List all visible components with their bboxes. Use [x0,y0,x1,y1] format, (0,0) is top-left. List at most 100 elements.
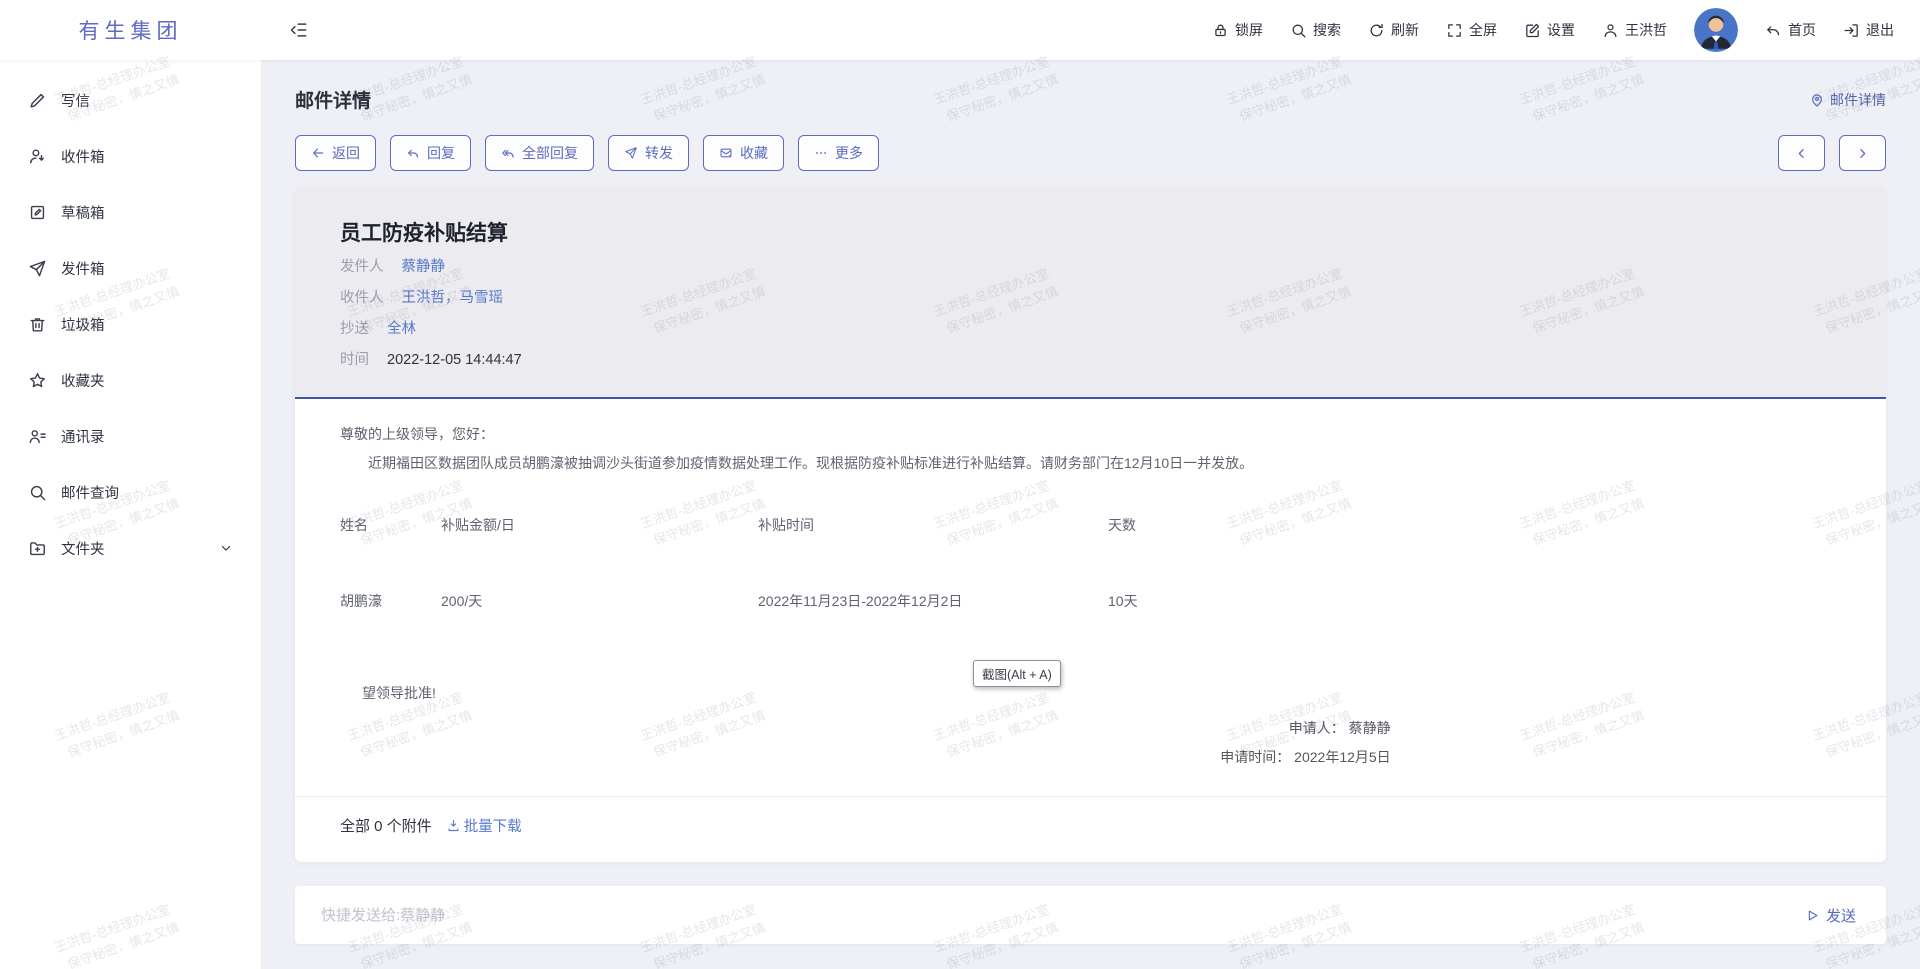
column-header-name: 姓名 [340,514,441,590]
sidebar-item-contacts[interactable]: 通讯录 [0,408,261,464]
topbar-actions: 锁屏 搜索 刷新 全屏 设置 王洪哲 [1212,8,1920,52]
home-button[interactable]: 首页 [1765,20,1816,40]
quick-send-bar: 发送 [295,886,1886,944]
fullscreen-label: 全屏 [1469,20,1497,40]
previous-mail-button[interactable] [1778,135,1825,171]
logout-icon [1843,22,1860,39]
mail-sender-row: 发件人 蔡静静 [340,257,1841,278]
sidebar-item-label: 发件箱 [61,258,105,279]
settings-label: 设置 [1547,20,1575,40]
folder-expand-toggle[interactable] [219,540,233,556]
sidebar-collapse-button[interactable] [289,20,309,40]
search-icon [28,483,47,502]
refresh-button[interactable]: 刷新 [1368,20,1419,40]
cell-period: 2022年11月23日-2022年12月2日 [758,590,1108,612]
forward-icon [624,146,638,160]
send-button[interactable]: 发送 [1805,905,1856,926]
cc-value[interactable]: 全林 [387,321,416,337]
company-logo: 有生集团 [79,15,183,45]
search-icon [1290,22,1307,39]
mail-time-row: 时间 2022-12-05 14:44:47 [340,350,1841,371]
sender-label: 发件人 [340,259,384,275]
mail-star-icon [719,146,733,160]
chevron-down-icon [219,541,233,555]
reply-all-button[interactable]: 全部回复 [485,135,594,171]
sidebar-item-trash[interactable]: 垃圾箱 [0,296,261,352]
reply-all-label: 全部回复 [522,143,578,163]
recipient-value[interactable]: 王洪哲，马雪瑶 [402,290,504,306]
reply-button[interactable]: 回复 [390,135,471,171]
sidebar-item-label: 收藏夹 [61,370,105,391]
chevron-right-icon [1856,147,1869,160]
body-greeting: 尊敬的上级领导，您好： [340,423,1841,445]
forward-button[interactable]: 转发 [608,135,689,171]
menu-fold-icon [289,20,309,40]
favorite-button[interactable]: 收藏 [703,135,784,171]
back-button[interactable]: 返回 [295,135,376,171]
favorite-label: 收藏 [740,143,768,163]
search-label: 搜索 [1313,20,1341,40]
logout-button[interactable]: 退出 [1843,20,1894,40]
send-label: 发送 [1826,905,1856,926]
home-label: 首页 [1788,20,1816,40]
undo-home-icon [1765,22,1782,39]
sidebar-item-mail-search[interactable]: 邮件查询 [0,464,261,520]
lock-icon [1212,22,1229,39]
sidebar-item-drafts[interactable]: 草稿箱 [0,184,261,240]
mail-header: 员工防疫补贴结算 发件人 蔡静静 收件人 王洪哲，马雪瑶 抄送 全林 时间 20… [295,187,1886,399]
column-header-period: 补贴时间 [758,514,1108,590]
sender-value[interactable]: 蔡静静 [402,259,446,275]
ellipsis-icon [814,146,828,160]
download-icon [446,818,461,833]
logout-label: 退出 [1866,20,1894,40]
folder-plus-icon [28,539,47,558]
sidebar-item-label: 通讯录 [61,426,105,447]
settings-button[interactable]: 设置 [1524,20,1575,40]
trash-icon [28,315,47,334]
sidebar-item-compose[interactable]: 写信 [0,72,261,128]
quick-send-input[interactable] [321,907,1805,924]
avatar-image [1694,8,1738,52]
column-header-days: 天数 [1108,514,1220,590]
table-row: 胡鹏濠 200/天 2022年11月23日-2022年12月2日 10天 [340,590,1220,612]
search-button[interactable]: 搜索 [1290,20,1341,40]
pencil-icon [28,91,47,110]
settings-icon [1524,22,1541,39]
fullscreen-button[interactable]: 全屏 [1446,20,1497,40]
breadcrumb: 邮件详情 [1809,90,1886,110]
sidebar-item-inbox[interactable]: 收件箱 [0,128,261,184]
attachments-summary: 全部 0 个附件 [340,815,432,836]
cell-name: 胡鹏濠 [340,590,441,612]
cc-label: 抄送 [340,321,369,337]
logo-area: 有生集团 [0,15,261,45]
arrow-left-icon [311,146,325,160]
sidebar: 写信 收件箱 草稿箱 发件箱 垃圾箱 收藏夹 通讯录 邮件查询 [0,60,261,969]
time-value: 2022-12-05 14:44:47 [387,352,522,368]
inbox-person-icon [28,147,47,166]
mail-toolbar: 返回 回复 全部回复 转发 收藏 [295,135,879,171]
draft-icon [28,203,47,222]
reply-icon [406,146,420,160]
sidebar-item-label: 文件夹 [61,538,105,559]
next-mail-button[interactable] [1839,135,1886,171]
recipient-label: 收件人 [340,290,384,306]
reply-label: 回复 [427,143,455,163]
current-user-button[interactable]: 王洪哲 [1602,20,1667,40]
page-title: 邮件详情 [295,86,371,113]
lock-screen-button[interactable]: 锁屏 [1212,20,1263,40]
sidebar-item-favorites[interactable]: 收藏夹 [0,352,261,408]
body-paragraph: 近期福田区数据团队成员胡鹏濠被抽调沙头街道参加疫情数据处理工作。现根据防疫补贴标… [340,452,1841,474]
sidebar-item-label: 邮件查询 [61,482,119,503]
sidebar-item-label: 收件箱 [61,146,105,167]
paper-plane-icon [28,259,47,278]
more-button[interactable]: 更多 [798,135,879,171]
forward-label: 转发 [645,143,673,163]
sidebar-item-label: 草稿箱 [61,202,105,223]
user-avatar[interactable] [1694,8,1738,52]
mail-recipient-row: 收件人 王洪哲，马雪瑶 [340,288,1841,309]
sidebar-item-folders[interactable]: 文件夹 [0,520,261,576]
batch-download-link[interactable]: 批量下载 [446,815,522,836]
current-user-name: 王洪哲 [1625,20,1667,40]
mail-cc-row: 抄送 全林 [340,319,1841,340]
sidebar-item-sent[interactable]: 发件箱 [0,240,261,296]
